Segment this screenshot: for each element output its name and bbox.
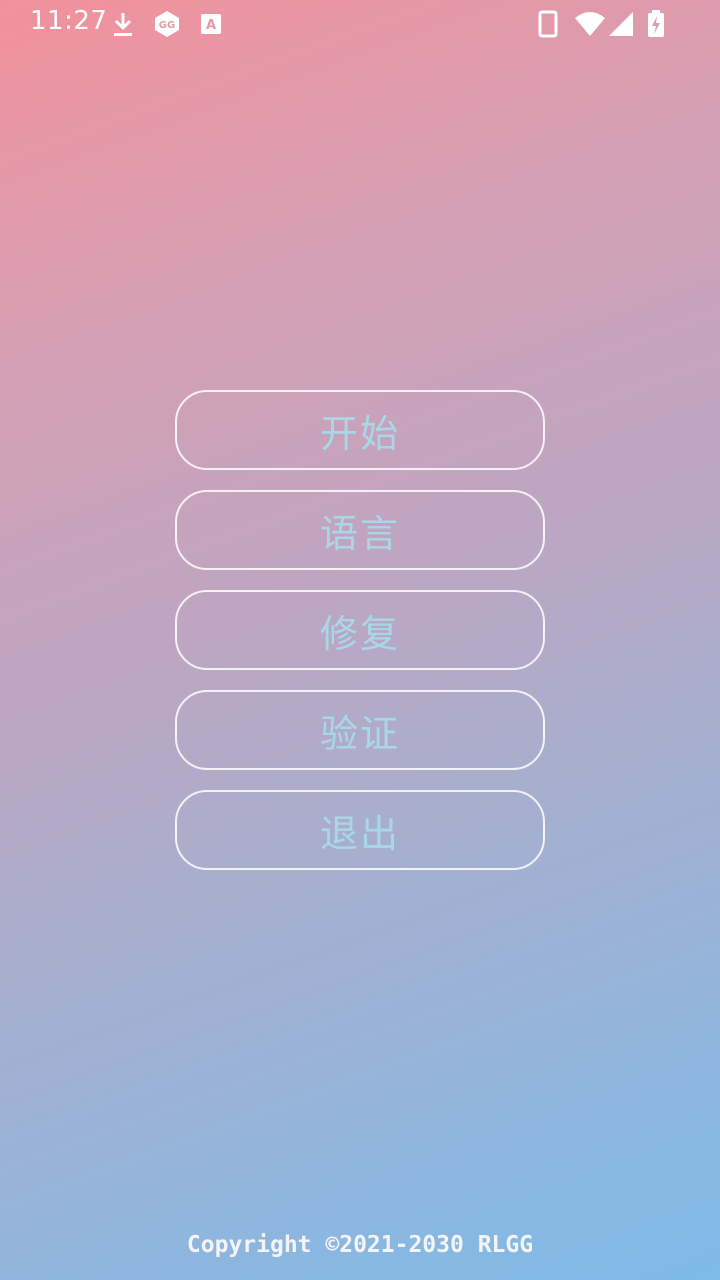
signal-icon xyxy=(609,12,633,36)
copyright-text: Copyright ©2021-2030 RLGG xyxy=(186,1232,534,1258)
download-icon xyxy=(114,13,132,36)
phone-icon xyxy=(538,10,558,38)
gg-app-icon: GG xyxy=(155,11,179,37)
main-menu: 开始 语言 修复 验证 退出 xyxy=(175,390,545,890)
status-bar: 11:27 GG A xyxy=(0,0,720,48)
start-button[interactable]: 开始 xyxy=(175,390,545,470)
verify-button[interactable]: 验证 xyxy=(175,690,545,770)
font-a-icon: A xyxy=(201,14,221,34)
wifi-icon xyxy=(575,12,605,36)
svg-text:A: A xyxy=(206,18,216,33)
status-time: 11:27 xyxy=(30,6,108,36)
repair-button[interactable]: 修复 xyxy=(175,590,545,670)
language-button[interactable]: 语言 xyxy=(175,490,545,570)
exit-button[interactable]: 退出 xyxy=(175,790,545,870)
svg-text:GG: GG xyxy=(159,20,175,31)
battery-charging-icon xyxy=(648,10,664,37)
